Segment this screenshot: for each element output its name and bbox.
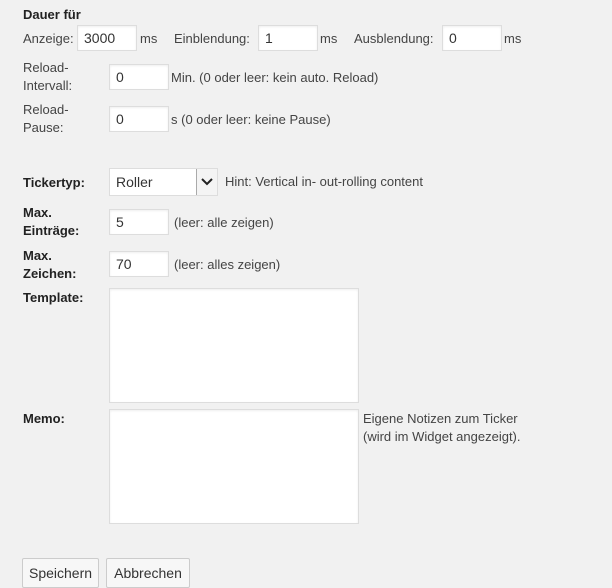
anzeige-input[interactable]: 3000: [77, 25, 137, 51]
ausblendung-input[interactable]: 0: [442, 25, 502, 51]
section-title: Dauer für: [23, 7, 81, 22]
tickertyp-selected: Roller: [116, 174, 153, 190]
max-eintraege-label-2: Einträge:: [23, 223, 80, 238]
einblendung-unit: ms: [320, 31, 338, 46]
tickertyp-hint: Hint: Vertical in- out-rolling content: [225, 174, 423, 189]
memo-hint-1: Eigene Notizen zum Ticker: [363, 411, 518, 426]
max-zeichen-hint: (leer: alles zeigen): [174, 257, 281, 272]
ausblendung-label: Ausblendung:: [354, 31, 434, 46]
template-label: Template:: [23, 290, 84, 305]
chevron-down-icon[interactable]: [196, 169, 217, 195]
reload-pause-label-1: Reload-: [23, 102, 69, 117]
tickertyp-label: Tickertyp:: [23, 175, 85, 190]
max-eintraege-hint: (leer: alle zeigen): [174, 215, 274, 230]
memo-textarea[interactable]: [109, 409, 359, 524]
template-textarea[interactable]: [109, 288, 359, 403]
max-eintraege-input[interactable]: 5: [109, 209, 169, 235]
max-zeichen-label-2: Zeichen:: [23, 266, 77, 281]
save-button[interactable]: Speichern: [22, 558, 99, 588]
cancel-button[interactable]: Abbrechen: [106, 558, 190, 588]
memo-hint-2: (wird im Widget angezeigt).: [363, 429, 521, 444]
memo-label: Memo:: [23, 411, 65, 426]
anzeige-unit: ms: [140, 31, 158, 46]
reload-intervall-label-1: Reload-: [23, 60, 69, 75]
reload-intervall-input[interactable]: 0: [109, 64, 169, 90]
max-eintraege-label-1: Max.: [23, 205, 52, 220]
anzeige-label: Anzeige:: [23, 31, 74, 46]
max-zeichen-input[interactable]: 70: [109, 251, 169, 277]
reload-intervall-hint: Min. (0 oder leer: kein auto. Reload): [171, 70, 379, 85]
max-zeichen-label-1: Max.: [23, 248, 52, 263]
reload-intervall-label-2: Intervall:: [23, 78, 73, 93]
einblendung-label: Einblendung:: [174, 31, 250, 46]
tickertyp-select[interactable]: Roller: [109, 168, 218, 196]
reload-pause-hint: s (0 oder leer: keine Pause): [171, 112, 331, 127]
einblendung-input[interactable]: 1: [258, 25, 318, 51]
ausblendung-unit: ms: [504, 31, 522, 46]
reload-pause-input[interactable]: 0: [109, 106, 169, 132]
reload-pause-label-2: Pause:: [23, 120, 64, 135]
